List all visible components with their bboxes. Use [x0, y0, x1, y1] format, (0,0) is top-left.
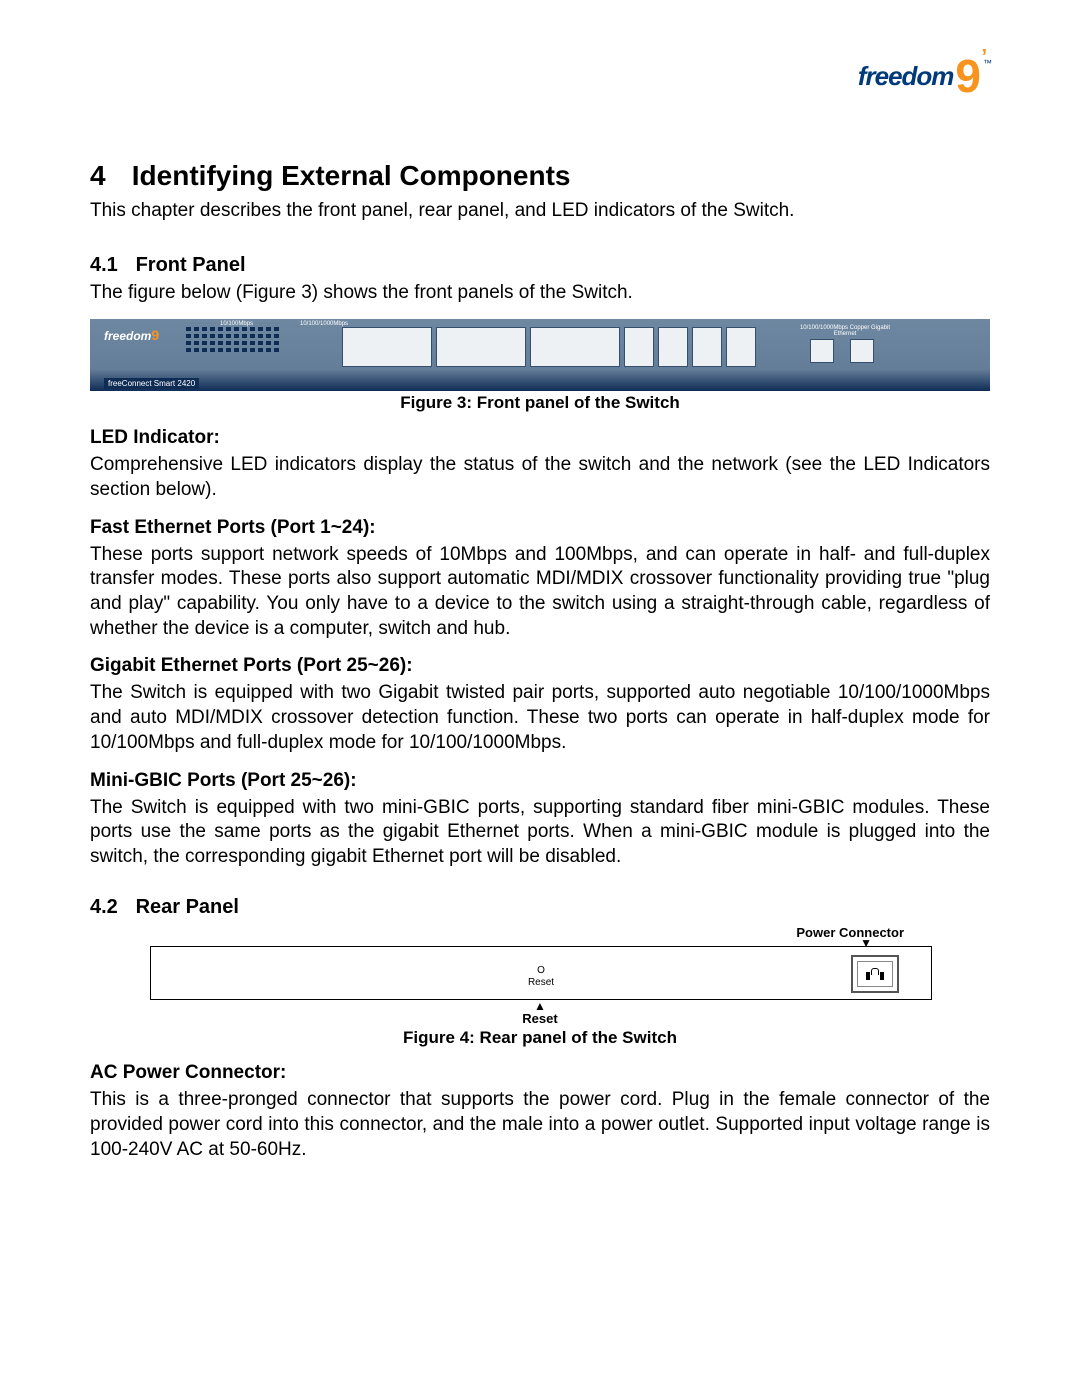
power-connector-label: Power Connector [150, 925, 930, 940]
section-title: Rear Panel [136, 896, 239, 918]
logo-nine-icon: 9’ [955, 60, 981, 92]
chapter-heading: 4 Identifying External Components [90, 160, 990, 192]
fp-ports-1-8 [342, 327, 432, 367]
fp-gig-port-26 [850, 339, 874, 363]
gbic-heading: Mini-GBIC Ports (Port 25~26): [90, 770, 990, 792]
section-4-1-heading: 4.1 Front Panel [90, 254, 990, 277]
fp-led-array [186, 327, 336, 355]
fp-ports-9-16 [436, 327, 526, 367]
ge-text: The Switch is equipped with two Gigabit … [90, 681, 990, 755]
fp-gig-label: 10/100/1000Mbps Copper Gigabit Ethernet [790, 325, 900, 337]
fe-heading: Fast Ethernet Ports (Port 1~24): [90, 517, 990, 539]
fp-sfp-2 [658, 327, 688, 367]
section-number: 4.2 [90, 896, 130, 919]
gbic-text: The Switch is equipped with two mini-GBI… [90, 796, 990, 870]
section-number: 4.1 [90, 254, 130, 277]
chapter-intro: This chapter describes the front panel, … [90, 198, 990, 224]
reset-label-below: Reset [150, 1011, 930, 1026]
fp-model-label: freeConnect Smart 2420 [104, 378, 199, 389]
ac-text: This is a three-pronged connector that s… [90, 1088, 990, 1162]
chapter-title: Identifying External Components [132, 160, 571, 191]
fp-sfp-1 [624, 327, 654, 367]
ac-heading: AC Power Connector: [90, 1062, 990, 1084]
ge-heading: Gigabit Ethernet Ports (Port 25~26): [90, 655, 990, 677]
brand-logo: freedom9’™ [858, 60, 990, 92]
document-page: freedom9’™ 4 Identifying External Compon… [0, 0, 1080, 1397]
fp-gig-port-25 [810, 339, 834, 363]
figure-3-front-panel: freedom9 freeConnect Smart 2420 10/100Mb… [90, 319, 990, 391]
led-text: Comprehensive LED indicators display the… [90, 453, 990, 502]
figure-3-caption: Figure 3: Front panel of the Switch [90, 393, 990, 413]
figure-4-caption: Figure 4: Rear panel of the Switch [90, 1028, 990, 1048]
fp-logo: freedom9 [104, 327, 159, 345]
reset-hole-icon: O [537, 965, 545, 976]
rear-panel-box: O Reset [150, 946, 932, 1000]
fp-sfp-4 [726, 327, 756, 367]
section-title: Front Panel [136, 254, 246, 276]
section-4-2-heading: 4.2 Rear Panel [90, 896, 990, 919]
figure-4-rear-panel: Power Connector ▼ O Reset ▲ Reset [150, 925, 930, 1027]
logo-tm: ™ [983, 58, 992, 68]
power-connector-icon [851, 955, 899, 993]
fp-sfp-3 [692, 327, 722, 367]
fp-ports-17-24 [530, 327, 620, 367]
reset-label: Reset [528, 977, 554, 988]
logo-brand-text: freedom [858, 61, 954, 92]
section-4-1-lead: The figure below (Figure 3) shows the fr… [90, 281, 990, 306]
arrow-up-icon: ▲ [150, 1002, 930, 1012]
led-heading: LED Indicator: [90, 427, 990, 449]
chapter-number: 4 [90, 160, 124, 192]
fe-text: These ports support network speeds of 10… [90, 543, 990, 642]
